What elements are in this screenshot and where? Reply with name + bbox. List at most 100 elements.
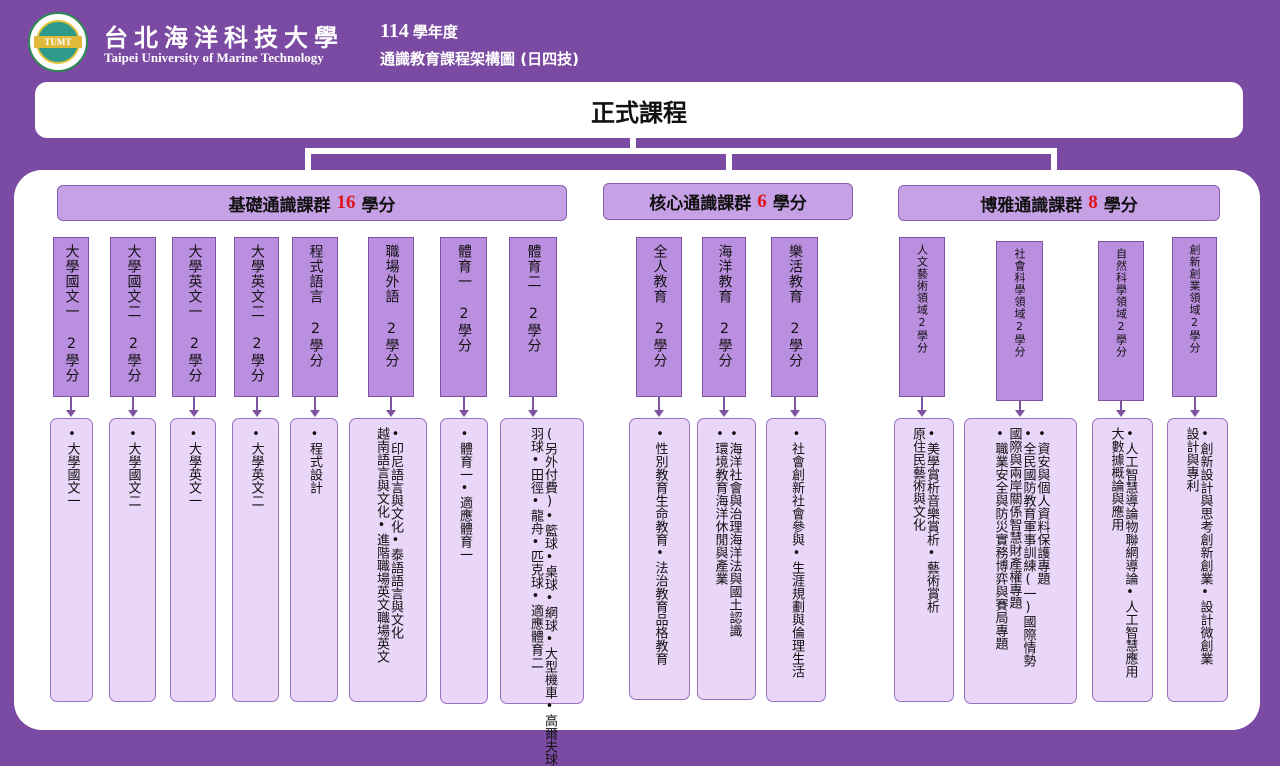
arrow-down-icon: [66, 410, 76, 417]
course-detail-item: •人工智慧應用: [1122, 585, 1138, 678]
course-connector: [255, 397, 258, 411]
course-detail-box: •大學英文一: [170, 418, 216, 702]
course-label: 海洋教育 2學分: [716, 244, 733, 368]
arrow-down-icon: [1014, 410, 1025, 417]
course-detail-item: 職場英文: [374, 611, 389, 663]
course-detail-item: •法治教育: [652, 546, 668, 613]
course-detail-item: 越南語言與文化: [374, 427, 389, 518]
course-detail-item: •社會創新: [789, 427, 804, 494]
course-detail-item: 創新創業: [1197, 533, 1213, 585]
arrow-down-icon: [917, 410, 927, 417]
group-core-credits: 6: [757, 190, 767, 212]
course-connector: [132, 397, 134, 411]
course-detail-item: •適應體育一: [457, 481, 472, 561]
course-detail-item: 智慧財產權專題: [1006, 518, 1022, 609]
course-detail-box: •大學英文二: [232, 418, 279, 702]
logo-band: TUMT: [34, 36, 82, 48]
course-connector: [658, 397, 660, 411]
course-detail-item: 大數據概論與應用: [1108, 427, 1124, 531]
course-box: 社會科學領域2學分: [996, 241, 1043, 401]
course-connector: [70, 397, 72, 411]
course-detail-item: •全民國防教育軍事訓練(一)國際情勢: [1020, 427, 1036, 667]
course-box: 大學英文一 2學分: [172, 237, 216, 397]
course-detail-item: •性別教育: [652, 427, 668, 494]
course-detail-item: •大學國文二: [125, 427, 141, 507]
course-detail-item: 社會參與: [789, 494, 804, 546]
course-connector: [723, 397, 725, 411]
arrow-down-icon: [458, 410, 469, 417]
course-detail-item: •創新設計與思考: [1197, 427, 1213, 533]
course-detail-box: •資安與個人資料保護專題•全民國防教育軍事訓練(一)國際情勢國際與兩岸關係智慧財…: [964, 418, 1077, 704]
course-label: 創新創業領域2學分: [1188, 244, 1201, 354]
course-detail-box: •大學國文一: [50, 418, 93, 702]
course-box: 創新創業領域2學分: [1172, 237, 1217, 397]
course-box: 樂活教育 2學分: [771, 237, 818, 397]
course-detail-box: •海洋社會與治理海洋法與國土認識 •環境教育海洋休閒與產業: [697, 418, 756, 700]
course-detail-item: •籃球•桌球•網球•大型機車•高爾夫球: [542, 509, 557, 766]
course-box: 自然科學領域2學分: [1098, 241, 1144, 401]
course-connector: [462, 397, 465, 411]
course-detail-box: •美學賞析音樂賞析•藝術賞析 原住民藝術與文化: [894, 418, 954, 702]
connector: [305, 148, 311, 172]
course-box: 職場外語 2學分: [368, 237, 414, 397]
group-basic: 基礎通識課群 16 學分: [57, 185, 567, 221]
course-detail-box: •社會創新社會參與•生涯規劃與倫理生活: [766, 418, 826, 702]
group-broad-name: 博雅通識課群: [980, 195, 1083, 216]
group-broad: 博雅通識課群 8 學分: [898, 185, 1220, 221]
group-basic-unit: 學分: [361, 195, 396, 216]
course-detail-box: •性別教育生命教育•法治教育品格教育: [629, 418, 690, 700]
course-label: 程式語言 2學分: [307, 244, 324, 368]
arrow-down-icon: [719, 410, 729, 417]
arrow-down-icon: [1189, 410, 1200, 417]
university-name-zh: 台北海洋科技大學: [104, 23, 344, 52]
connector: [1051, 148, 1057, 172]
group-core-name: 核心通識課群: [649, 194, 752, 214]
course-detail-item: •體育一: [457, 427, 472, 481]
connector: [726, 148, 732, 172]
course-detail-item: •印尼語言與文化: [388, 427, 403, 533]
course-label: 體育一 2學分: [456, 244, 472, 353]
group-core-unit: 學分: [772, 194, 807, 214]
university-logo: TUMT: [28, 12, 88, 72]
course-connector: [793, 397, 796, 411]
course-detail-item: 品格教育: [652, 613, 668, 665]
page-subtitle: 通識教育課程架構圖 (日四技): [380, 50, 579, 68]
course-connector: [193, 397, 195, 411]
course-label: 樂活教育 2學分: [787, 244, 803, 368]
course-label: 社會科學領域2學分: [1013, 248, 1026, 358]
course-connector: [1193, 397, 1196, 411]
group-basic-name: 基礎通識課群: [228, 195, 331, 216]
course-detail-box: •印尼語言與文化•泰語語言與文化 越南語言與文化•進階職場英文職場英文: [349, 418, 427, 702]
connector: [305, 148, 1057, 154]
course-box: 人文藝術領域2學分: [899, 237, 945, 397]
arrow-down-icon: [386, 410, 396, 417]
course-box: 程式語言 2學分: [292, 237, 338, 397]
course-detail-item: 原住民藝術與文化: [910, 427, 925, 531]
course-detail-item: •設計微創業: [1197, 585, 1213, 665]
course-detail-item: 生命教育: [652, 494, 668, 546]
arrow-down-icon: [128, 410, 138, 417]
course-detail-box: (另外付費)•籃球•桌球•網球•大型機車•高爾夫球羽球•田徑•龍舟•匹克球•適應…: [500, 418, 584, 766]
course-box: 體育二 2學分: [509, 237, 557, 397]
course-detail-box: •體育一•適應體育一: [440, 418, 488, 704]
arrow-down-icon: [251, 410, 262, 417]
arrow-down-icon: [1116, 410, 1126, 417]
course-label: 大學國文二 2學分: [125, 244, 142, 383]
course-detail-item: •生涯規劃與倫理生活: [789, 546, 804, 678]
course-label: 人文藝術領域2學分: [915, 244, 929, 354]
course-detail-item: 海洋法與國土認識: [726, 533, 742, 637]
course-detail-item: •程式設計: [307, 427, 322, 494]
arrow-down-icon: [528, 410, 538, 417]
course-detail-item: •美學賞析: [924, 427, 939, 494]
course-detail-item: 國際與兩岸關係: [1006, 427, 1022, 518]
course-detail-item: •進階職場英文: [374, 518, 389, 611]
course-label: 自然科學領域2學分: [1114, 248, 1128, 358]
course-detail-box: •人工智慧導論物聯網導論•人工智慧應用 大數據概論與應用: [1092, 418, 1153, 702]
course-detail-item: •藝術賞析: [924, 546, 939, 613]
course-label: 大學英文一 2學分: [186, 244, 203, 383]
year-label: 學年度: [412, 23, 458, 41]
course-label: 職場外語 2學分: [383, 244, 400, 368]
course-box: 海洋教育 2學分: [702, 237, 746, 397]
course-label: 體育二 2學分: [525, 244, 542, 353]
academic-year: 114 學年度: [380, 20, 458, 43]
